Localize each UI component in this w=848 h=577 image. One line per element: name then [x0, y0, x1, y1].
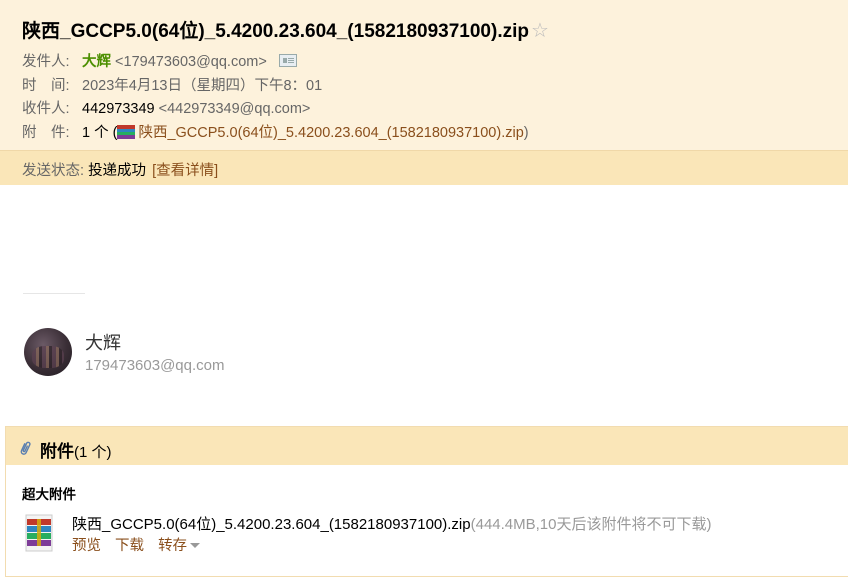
- attachment-link[interactable]: 陕西_GCCP5.0(64位)_5.4200.23.604_(158218093…: [138, 125, 523, 141]
- avatar[interactable]: [24, 328, 72, 376]
- delivery-status-bar: 发送状态: 投递成功 [查看详情]: [0, 150, 848, 185]
- attach-count: 1 个 (: [82, 125, 118, 141]
- status-label: 发送状态:: [22, 163, 85, 179]
- attachment-actions: 预览 下载 转存: [72, 534, 210, 555]
- recipient-name[interactable]: 442973349: [82, 101, 155, 117]
- sender-name[interactable]: 大辉: [82, 54, 111, 70]
- attach-label: 附 件:: [22, 125, 70, 141]
- time-label: 时 间:: [22, 78, 70, 94]
- zip-archive-icon[interactable]: [25, 514, 53, 552]
- subject-text: 陕西_GCCP5.0(64位)_5.4200.23.604_(158218093…: [22, 21, 529, 42]
- time-value: 2023年4月13日（星期四）下午8：01: [82, 78, 323, 94]
- signature-name: 大辉: [85, 333, 121, 353]
- recipient-address: <442973349@qq.com>: [158, 101, 311, 117]
- time-row: 时 间: 2023年4月13日（星期四）下午8：01: [22, 74, 322, 95]
- zip-file-icon: [117, 125, 136, 139]
- view-details-link[interactable]: [查看详情]: [152, 163, 218, 179]
- signature-email: 179473603@qq.com: [85, 357, 225, 374]
- from-row: 发件人: 大辉 <179473603@qq.com>: [22, 50, 297, 71]
- large-attachment-heading: 超大附件: [22, 487, 76, 502]
- chevron-down-icon: [190, 543, 201, 548]
- attachments-title-text: 附件: [40, 442, 74, 461]
- email-header: 陕西_GCCP5.0(64位)_5.4200.23.604_(158218093…: [0, 0, 848, 185]
- sender-address: <179473603@qq.com>: [115, 54, 267, 70]
- attach-row: 附 件: 1 个 ( 陕西_GCCP5.0(64位)_5.4200.23.604_…: [22, 121, 529, 142]
- status-value: 投递成功: [88, 163, 147, 179]
- email-subject: 陕西_GCCP5.0(64位)_5.4200.23.604_(158218093…: [22, 16, 549, 43]
- attachment-file-info: (444.4MB,10天后该附件将不可下载): [470, 516, 712, 533]
- paperclip-icon: [20, 441, 31, 455]
- attachments-panel: 附件(1 个) 超大附件 陕西_GCCP5.0(64位)_5.4200.23.6…: [5, 426, 848, 577]
- to-row: 收件人: 442973349 <442973349@qq.com>: [22, 97, 310, 118]
- save-to-button[interactable]: 转存: [158, 538, 201, 554]
- attachments-header: 附件(1 个): [6, 427, 848, 465]
- preview-button[interactable]: 预览: [72, 538, 101, 554]
- attach-count-close: ): [523, 125, 529, 141]
- save-to-label: 转存: [158, 538, 188, 554]
- attachment-file-name[interactable]: 陕西_GCCP5.0(64位)_5.4200.23.604_(158218093…: [72, 516, 471, 533]
- to-label: 收件人:: [22, 101, 70, 117]
- star-icon[interactable]: ☆: [531, 20, 549, 42]
- contact-card-icon[interactable]: [278, 54, 297, 67]
- attachments-count: (1 个): [74, 444, 112, 461]
- attachment-file-row: 陕西_GCCP5.0(64位)_5.4200.23.604_(158218093…: [72, 513, 712, 534]
- from-label: 发件人:: [22, 54, 70, 70]
- attachments-title: 附件(1 个): [40, 437, 112, 462]
- signature-divider: [23, 293, 85, 294]
- download-button[interactable]: 下载: [115, 538, 144, 554]
